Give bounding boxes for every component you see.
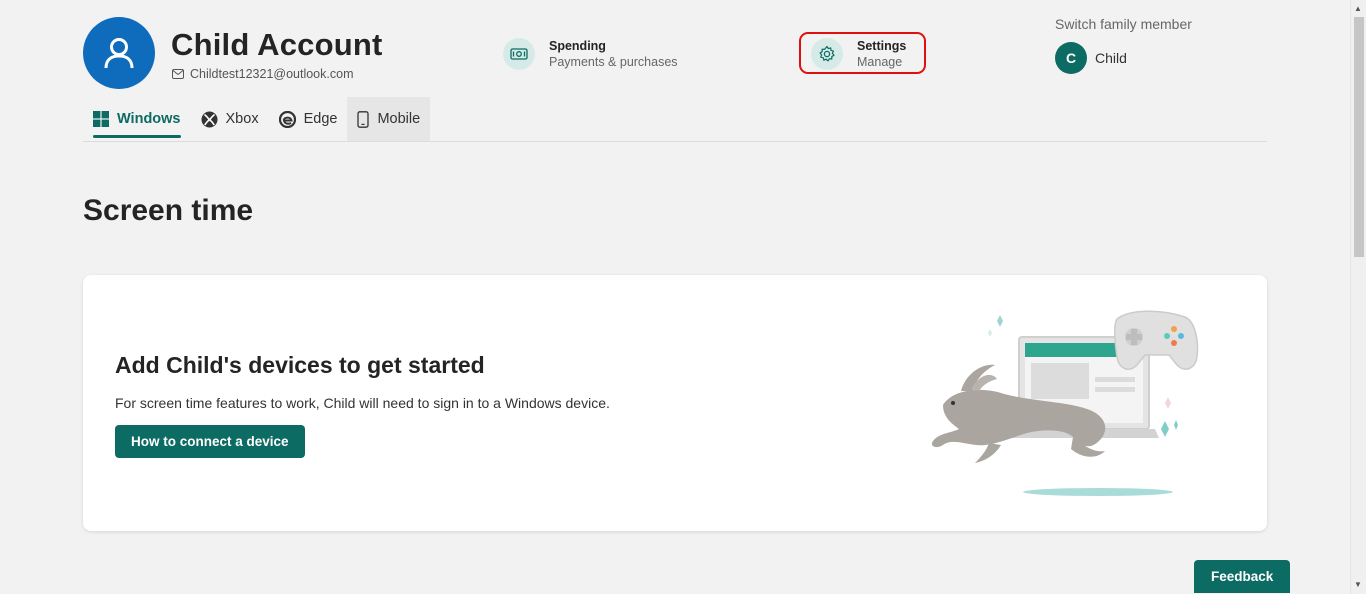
spending-title: Spending xyxy=(549,39,606,53)
windows-icon xyxy=(93,111,109,127)
switch-family-member-label: Switch family member xyxy=(1055,16,1192,32)
card-title: Add Child's devices to get started xyxy=(115,352,485,378)
mail-icon xyxy=(172,69,184,79)
tab-label: Edge xyxy=(303,111,338,127)
page: Child Account Childtest12321@outlook.com… xyxy=(0,0,1350,594)
device-tabs: Windows Xbox Edge Mobile xyxy=(83,97,431,141)
email-text: Childtest12321@outlook.com xyxy=(190,67,354,81)
scroll-down-icon[interactable]: ▼ xyxy=(1354,580,1362,589)
tab-xbox[interactable]: Xbox xyxy=(191,97,269,141)
settings-subtitle: Manage xyxy=(857,55,903,69)
spending-link[interactable]: Spending Payments & purchases xyxy=(503,38,678,70)
tab-edge[interactable]: Edge xyxy=(269,97,348,141)
feedback-button[interactable]: Feedback xyxy=(1194,560,1291,593)
person-icon xyxy=(104,38,134,69)
scroll-up-icon[interactable]: ▲ xyxy=(1354,4,1362,13)
scroll-thumb[interactable] xyxy=(1354,17,1364,257)
add-devices-card: Add Child's devices to get started For s… xyxy=(83,275,1267,531)
profile-avatar xyxy=(83,17,155,89)
how-to-connect-button[interactable]: How to connect a device xyxy=(115,425,305,458)
member-name: Child xyxy=(1095,50,1127,66)
mobile-icon xyxy=(357,110,370,128)
xbox-icon xyxy=(201,111,218,127)
gear-icon xyxy=(811,38,843,70)
spending-subtitle: Payments & purchases xyxy=(549,55,678,69)
money-icon xyxy=(503,38,535,70)
tab-windows[interactable]: Windows xyxy=(83,97,191,141)
page-title: Screen time xyxy=(83,194,254,227)
account-email: Childtest12321@outlook.com xyxy=(172,67,353,81)
tabs-divider xyxy=(83,141,1267,142)
tab-label: Xbox xyxy=(225,111,259,127)
settings-title: Settings xyxy=(857,39,907,53)
tab-label: Mobile xyxy=(377,111,421,127)
account-name: Child Account xyxy=(171,27,383,62)
edge-icon xyxy=(278,110,296,128)
family-member-child[interactable]: C Child xyxy=(1055,42,1127,74)
rabbit-laptop-illustration xyxy=(931,310,1199,496)
card-description: For screen time features to work, Child … xyxy=(115,395,610,411)
tab-label: Windows xyxy=(117,111,181,127)
vertical-scrollbar[interactable]: ▲ ▼ xyxy=(1350,0,1366,594)
settings-link[interactable]: Settings Manage xyxy=(811,38,906,70)
tab-mobile[interactable]: Mobile xyxy=(347,97,431,141)
member-avatar: C xyxy=(1055,42,1087,74)
